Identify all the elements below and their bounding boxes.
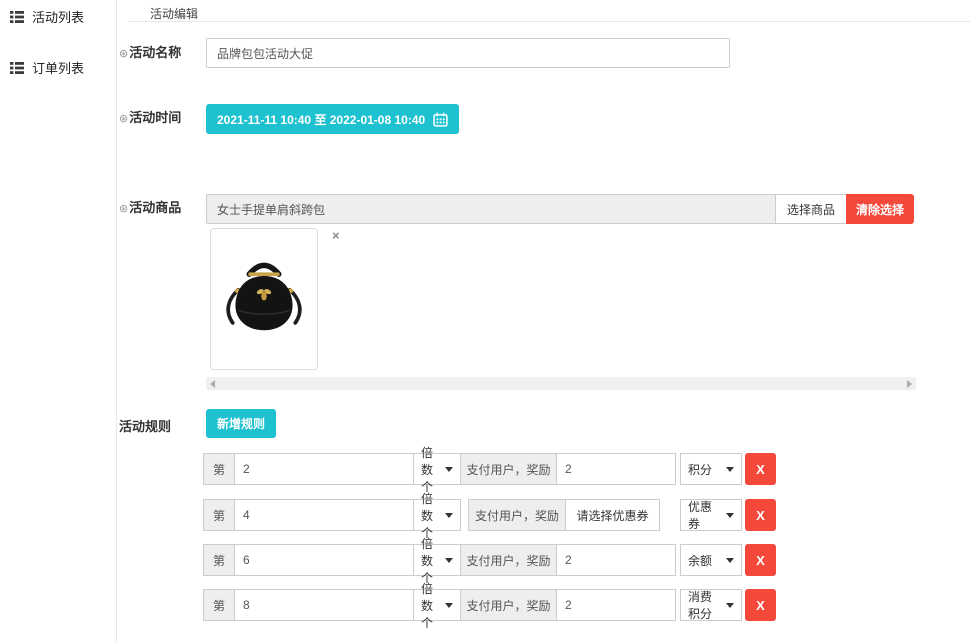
rule-count-input[interactable] <box>234 589 414 621</box>
rule-unit-value: 倍数个 <box>421 535 440 586</box>
chevron-down-icon <box>445 467 453 472</box>
rule-count-input[interactable] <box>234 453 414 485</box>
activity-rules-label-text: 活动规则 <box>119 419 171 434</box>
handbag-image <box>218 247 310 351</box>
list-icon <box>10 11 24 23</box>
activity-name-input[interactable] <box>206 38 730 68</box>
rule-reward-type-select[interactable]: 积分 <box>680 453 742 485</box>
chevron-down-icon <box>445 513 453 518</box>
rule-reward-type-value: 消费积分 <box>688 588 721 622</box>
rule-reward-type-value: 余额 <box>688 552 712 569</box>
chevron-down-icon <box>726 558 734 563</box>
rule-reward-type-select[interactable]: 优惠券 <box>680 499 742 531</box>
rule-reward-input[interactable] <box>556 453 676 485</box>
tab-activity-edit[interactable]: 活动编辑 <box>150 0 198 22</box>
rule-reward-text-addon: 支付用户，奖励 <box>468 499 566 531</box>
rule-reward-type-select[interactable]: 消费积分 <box>680 589 742 621</box>
remove-rule-button[interactable]: X <box>745 544 776 576</box>
chevron-down-icon <box>726 467 734 472</box>
rule-count-input[interactable] <box>234 499 414 531</box>
product-thumbnail <box>210 228 318 370</box>
rule-unit-select[interactable]: 倍数个 <box>413 499 461 531</box>
rule-unit-select[interactable]: 倍数个 <box>413 544 461 576</box>
choose-product-button[interactable]: 选择商品 <box>775 194 847 224</box>
activity-product-label: ⊛活动商品 <box>119 197 181 216</box>
scroll-right-icon[interactable] <box>907 380 912 388</box>
rule-row: 第 倍数个 支付用户，奖励 积分 X <box>203 453 776 485</box>
chevron-down-icon <box>726 513 734 518</box>
remove-rule-button[interactable]: X <box>745 453 776 485</box>
remove-rule-button[interactable]: X <box>745 499 776 531</box>
rule-prefix-addon: 第 <box>203 499 235 531</box>
rule-row: 第 倍数个 支付用户，奖励 请选择优惠券 优惠券 X <box>203 499 776 531</box>
rule-prefix-addon: 第 <box>203 453 235 485</box>
rule-row: 第 倍数个 支付用户，奖励 余额 X <box>203 544 776 576</box>
time-range-value: 2021-11-11 10:40 至 2022-01-08 10:40 <box>217 111 425 128</box>
rule-reward-type-value: 积分 <box>688 461 712 478</box>
sidebar-item-label: 活动列表 <box>32 7 84 26</box>
rule-prefix-addon: 第 <box>203 589 235 621</box>
sidebar-item-activity-list[interactable]: 活动列表 <box>0 3 116 30</box>
rule-unit-value: 倍数个 <box>421 580 440 631</box>
rule-reward-text-addon: 支付用户，奖励 <box>460 589 557 621</box>
rule-unit-value: 倍数个 <box>421 444 440 495</box>
rule-reward-text-addon: 支付用户，奖励 <box>460 544 557 576</box>
sidebar: 活动列表 订单列表 <box>0 0 117 643</box>
tab-bar: 活动编辑 <box>128 0 970 22</box>
screen: 活动列表 订单列表 活动编辑 ⊛活动名称 ⊛活动时间 2021-11-11 10… <box>0 0 970 643</box>
rule-reward-input[interactable] <box>556 589 676 621</box>
add-rule-button[interactable]: 新增规则 <box>206 409 276 438</box>
activity-rules-label: 活动规则 <box>119 416 171 435</box>
chevron-down-icon <box>445 558 453 563</box>
sidebar-item-order-list[interactable]: 订单列表 <box>0 54 116 81</box>
rule-prefix-addon: 第 <box>203 544 235 576</box>
rule-unit-select[interactable]: 倍数个 <box>413 453 461 485</box>
required-icon: ⊛ <box>119 203 128 215</box>
choose-coupon-button[interactable]: 请选择优惠券 <box>565 499 660 531</box>
rule-reward-type-select[interactable]: 余额 <box>680 544 742 576</box>
rule-unit-value: 倍数个 <box>421 490 440 541</box>
rule-reward-text-addon: 支付用户，奖励 <box>460 453 557 485</box>
rule-row: 第 倍数个 支付用户，奖励 消费积分 X <box>203 589 776 621</box>
chevron-down-icon <box>726 603 734 608</box>
remove-thumbnail-icon[interactable]: × <box>332 229 340 242</box>
clear-selection-button[interactable]: 清除选择 <box>846 194 914 224</box>
scroll-left-icon[interactable] <box>210 380 215 388</box>
activity-name-label: ⊛活动名称 <box>119 42 181 61</box>
calendar-icon <box>433 112 448 127</box>
activity-time-label: ⊛活动时间 <box>119 107 181 126</box>
horizontal-scrollbar[interactable] <box>206 377 916 390</box>
rule-reward-type-value: 优惠券 <box>688 498 721 532</box>
product-name-input[interactable] <box>206 194 776 224</box>
rule-reward-input[interactable] <box>556 544 676 576</box>
chevron-down-icon <box>445 603 453 608</box>
activity-name-label-text: 活动名称 <box>129 45 181 60</box>
rule-count-input[interactable] <box>234 544 414 576</box>
remove-rule-button[interactable]: X <box>745 589 776 621</box>
rule-unit-select[interactable]: 倍数个 <box>413 589 461 621</box>
required-icon: ⊛ <box>119 48 128 60</box>
list-icon <box>10 62 24 74</box>
activity-product-label-text: 活动商品 <box>129 200 181 215</box>
product-input-group: 选择商品 清除选择 <box>206 194 914 224</box>
activity-time-label-text: 活动时间 <box>129 110 181 125</box>
sidebar-item-label: 订单列表 <box>32 58 84 77</box>
time-range-button[interactable]: 2021-11-11 10:40 至 2022-01-08 10:40 <box>206 104 459 134</box>
required-icon: ⊛ <box>119 113 128 125</box>
